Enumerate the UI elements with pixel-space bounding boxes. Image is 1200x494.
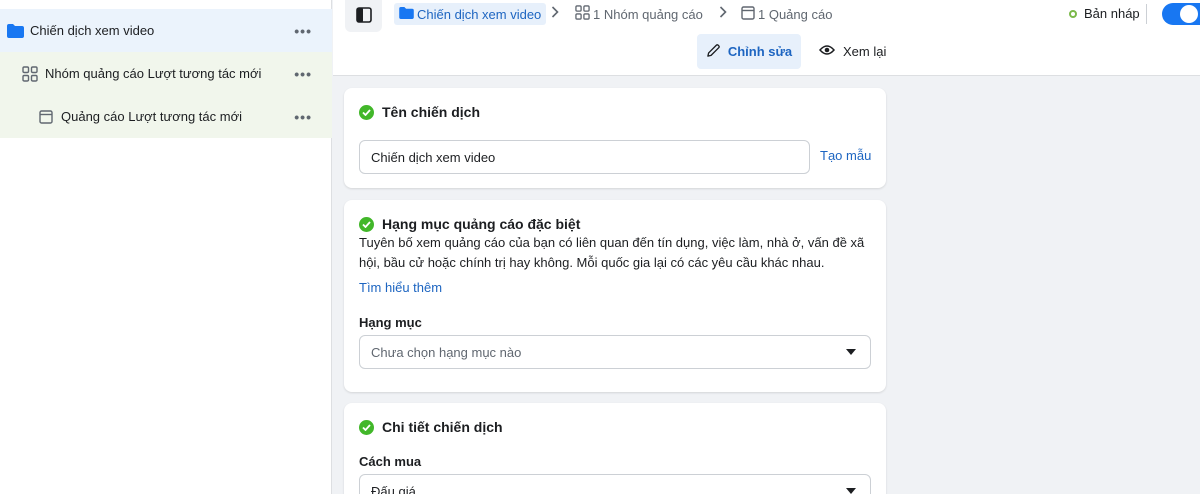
buying-type-select[interactable]: Đấu giá: [359, 474, 871, 494]
category-select[interactable]: Chưa chọn hạng mục nào: [359, 335, 871, 369]
breadcrumb-label: 1 Nhóm quảng cáo: [593, 6, 703, 22]
draft-status: Bản nháp: [1069, 6, 1140, 21]
tree-item-ad[interactable]: Quảng cáo Lượt tương tác mới •••: [0, 95, 332, 138]
tab-review[interactable]: Xem lại: [819, 34, 886, 69]
tree-item-label: Nhóm quảng cáo Lượt tương tác mới: [45, 66, 262, 81]
campaign-name-input[interactable]: Chiến dịch xem video: [359, 140, 810, 174]
campaign-name-card: Tên chiến dịch Chiến dịch xem video Tạo …: [344, 88, 886, 188]
check-icon: [359, 419, 374, 435]
create-template-link[interactable]: Tạo mẫu: [820, 148, 871, 163]
eye-icon: [819, 44, 843, 59]
select-value: Đấu giá: [371, 483, 416, 494]
grid-icon: [575, 5, 593, 23]
campaign-tree-sidebar: Chiến dịch xem video ••• Nhóm quảng cáo …: [0, 0, 332, 494]
dropdown-caret-icon: [846, 488, 856, 494]
top-bar: Chiến dịch xem video 1 Nhóm quảng cáo 1 …: [333, 0, 1200, 76]
campaign-toggle[interactable]: [1162, 3, 1200, 25]
toggle-knob: [1180, 5, 1198, 23]
tree-item-campaign[interactable]: Chiến dịch xem video •••: [0, 9, 332, 52]
card-title-text: Chi tiết chiến dịch: [382, 419, 503, 435]
breadcrumb-adset[interactable]: 1 Nhóm quảng cáo: [575, 3, 703, 25]
sidebar-panel-icon: [355, 6, 372, 26]
tab-label: Xem lại: [843, 44, 887, 59]
buying-type-label: Cách mua: [359, 454, 422, 469]
tree-item-label: Quảng cáo Lượt tương tác mới: [61, 109, 243, 124]
status-label: Bản nháp: [1084, 6, 1140, 21]
tree-item-label: Chiến dịch xem video: [30, 23, 155, 38]
divider: [1146, 4, 1147, 24]
card-description: Tuyên bố xem quảng cáo của bạn có liên q…: [359, 235, 865, 270]
breadcrumb-campaign[interactable]: Chiến dịch xem video: [394, 3, 547, 25]
tab-label: Chỉnh sửa: [727, 44, 793, 59]
special-ad-categories-card: Hạng mục quảng cáo đặc biệt Tuyên bố xem…: [344, 200, 886, 392]
learn-more-link[interactable]: Tìm hiểu thêm: [359, 280, 442, 295]
grid-icon: [21, 65, 39, 83]
check-icon: [359, 216, 374, 232]
tab-edit[interactable]: Chỉnh sửa: [697, 34, 801, 69]
ad-icon: [37, 108, 55, 126]
folder-icon: [399, 6, 417, 22]
campaign-details-card: Chi tiết chiến dịch Cách mua Đấu giá: [344, 403, 886, 494]
folder-icon: [6, 22, 24, 40]
more-options-button[interactable]: •••: [294, 66, 312, 82]
panel-toggle-button[interactable]: [345, 0, 382, 32]
status-dot-icon: [1069, 9, 1077, 18]
breadcrumb-label: Chiến dịch xem video: [417, 6, 542, 22]
select-placeholder: Chưa chọn hạng mục nào: [371, 344, 522, 360]
card-title-text: Hạng mục quảng cáo đặc biệt: [382, 216, 581, 232]
card-title: Chi tiết chiến dịch: [359, 419, 503, 435]
tree-item-adset[interactable]: Nhóm quảng cáo Lượt tương tác mới •••: [0, 52, 332, 95]
card-title: Hạng mục quảng cáo đặc biệt: [359, 216, 580, 232]
pencil-icon: [706, 43, 728, 61]
card-title-text: Tên chiến dịch: [382, 104, 481, 120]
dropdown-caret-icon: [846, 349, 856, 355]
category-label: Hạng mục: [359, 315, 422, 330]
breadcrumb-ad[interactable]: 1 Quảng cáo: [741, 3, 832, 25]
more-options-button[interactable]: •••: [294, 109, 312, 125]
chevron-right-icon: [719, 6, 727, 21]
chevron-right-icon: [551, 6, 559, 21]
more-options-button[interactable]: •••: [294, 23, 312, 39]
ad-icon: [741, 5, 758, 23]
input-value: Chiến dịch xem video: [371, 149, 496, 165]
check-icon: [359, 104, 374, 120]
breadcrumb-label: 1 Quảng cáo: [758, 6, 833, 22]
card-title: Tên chiến dịch: [359, 104, 480, 120]
